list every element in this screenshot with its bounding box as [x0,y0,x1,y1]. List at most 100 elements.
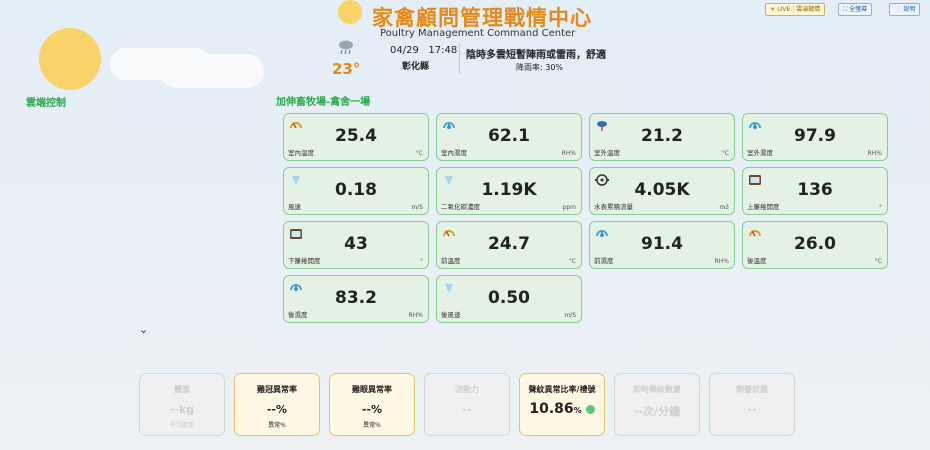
sensor-label: 室內溫度 [288,149,314,157]
sensor-tile[interactable]: 97.9 室外濕度 RH% [742,113,888,161]
sensor-label: 二氧化碳濃度 [441,203,480,211]
metric-title: 飼養狀態 [736,385,768,394]
sensor-label: 風速 [288,203,301,211]
sensor-unit: RH% [408,312,423,319]
sensor-value: 25.4 [335,126,377,146]
forecast-text: 陰時多雲短暫陣雨或雷雨，舒適 [466,50,606,61]
metric-subtitle: 異常% [363,422,381,429]
status-dot [585,404,595,414]
sensor-value: 136 [797,180,833,200]
sensor-label: 後溫度 [747,257,767,265]
cloud-rain-icon [339,40,353,55]
sensor-tile[interactable]: 83.2 後濕度 RH% [283,275,429,323]
sensor-label: 水表累積流量 [594,203,633,211]
metric-card[interactable]: 體重 --kg 平均體重 [139,373,225,436]
cloud-control-link[interactable]: 雲端控制 [26,94,66,109]
metric-subtitle: ... [749,420,755,427]
sensor-value: 26.0 [794,234,836,254]
fullscreen-button[interactable]: ⛶ 全螢幕 [838,3,873,16]
metric-title: 雞眼異常率 [352,385,392,394]
sensor-unit: RH% [867,150,882,157]
metric-value: --% [361,403,383,416]
metric-value: --kg [169,403,195,416]
metric-card[interactable]: 活動力 -- [424,373,510,436]
sun-decoration [39,28,101,90]
metric-title: 活動力 [455,385,479,394]
sun-logo-icon [338,0,362,24]
metric-value: --% [266,403,288,416]
sensor-tile[interactable]: 21.2 室外溫度 °C [589,113,735,161]
sensor-value: 0.18 [335,180,377,200]
sensor-value: 1.19K [481,180,537,200]
sensor-tile[interactable]: 62.1 室內濕度 RH% [436,113,582,161]
location-text: 彰化縣 [402,62,430,72]
weather-divider [459,44,460,74]
live-button[interactable]: ☀ LIVE｜雲端戰情 [765,3,826,16]
sensor-value: 0.50 [488,288,530,308]
sensor-unit: ° [420,258,423,265]
metric-card[interactable]: 聲紋異常比率/禮號 10.86% [519,373,605,436]
sensor-value: 97.9 [794,126,836,146]
temperature-value: 23° [332,60,361,78]
sensor-unit: °C [415,150,423,157]
sensor-unit: m3 [719,204,729,211]
sensor-unit: RH% [561,150,576,157]
cloud-decoration [160,54,264,88]
metric-card[interactable]: 即時聲紋數量 --次/分鐘 [614,373,700,436]
sensor-unit: ppm [562,204,576,211]
sensor-tile[interactable]: 24.7 前溫度 °C [436,221,582,269]
metric-card[interactable]: 雞眼異常率 --% 異常% [329,373,415,436]
metric-value: -- [747,403,757,416]
sensor-tile[interactable]: 1.19K 二氧化碳濃度 ppm [436,167,582,215]
sensor-unit: °C [874,258,882,265]
sensor-label: 前溫度 [441,257,461,265]
sensor-label: 後風速 [441,311,461,319]
sensor-value: 91.4 [641,234,683,254]
sensor-unit: m/S [411,204,423,211]
sensor-label: 後濕度 [288,311,308,319]
sensor-tile[interactable]: 43 下簾捲開度 ° [283,221,429,269]
sensor-tile[interactable]: 136 上簾捲開度 ° [742,167,888,215]
time-text: 17:48 [428,45,458,56]
sensor-tile[interactable]: 4.05K 水表累積流量 m3 [589,167,735,215]
sensor-value: 4.05K [634,180,690,200]
metric-value: -- [462,403,472,416]
sensor-label: 室外濕度 [747,149,773,157]
metric-subtitle: 異常% [268,422,286,429]
sensor-value: 43 [344,234,368,254]
sensor-tile[interactable]: 26.0 後溫度 °C [742,221,888,269]
sensor-unit: °C [721,150,729,157]
sensor-value: 24.7 [488,234,530,254]
metric-unit: % [573,406,582,415]
metric-title: 雞冠異常率 [257,385,297,394]
date-text: 04/29 [390,45,419,56]
page-subtitle: Poultry Management Command Center [380,28,576,39]
sensor-tile[interactable]: 25.4 室內溫度 °C [283,113,429,161]
date-time: 04/29 17:48 [390,45,457,56]
sensor-value: 21.2 [641,126,683,146]
metric-card[interactable]: 雞冠異常率 --% 異常% [234,373,320,436]
sensor-tile[interactable]: 91.4 前濕度 RH% [589,221,735,269]
metric-title: 聲紋異常比率/禮號 [528,385,596,394]
sensor-tile[interactable]: 0.18 風速 m/S [283,167,429,215]
metric-value: 10.86% [520,401,604,417]
chevron-down-icon[interactable]: ⌄ [139,323,148,336]
sensor-label: 室外溫度 [594,149,620,157]
farm-title: 加伸畜牧場-禽舍一場 [276,97,371,108]
sensor-label: 上簾捲開度 [747,203,780,211]
metric-value: --次/分鐘 [633,405,681,418]
sensor-label: 前濕度 [594,257,614,265]
sensor-tile[interactable]: 0.50 後風速 m/S [436,275,582,323]
sensor-unit: m/S [564,312,576,319]
rain-probability: 降雨率: 30% [516,63,564,72]
sensor-unit: ° [879,204,882,211]
sensor-unit: °C [568,258,576,265]
sensor-label: 下簾捲開度 [288,257,321,265]
metric-subtitle: 平均體重 [169,422,194,429]
metric-card[interactable]: 飼養狀態 --... [709,373,795,436]
metric-title: 即時聲紋數量 [633,385,681,394]
sensor-value: 83.2 [335,288,377,308]
sensor-label: 室內濕度 [441,149,467,157]
sensor-value: 62.1 [488,126,530,146]
help-button[interactable]: ❔ 說明 [889,3,921,16]
